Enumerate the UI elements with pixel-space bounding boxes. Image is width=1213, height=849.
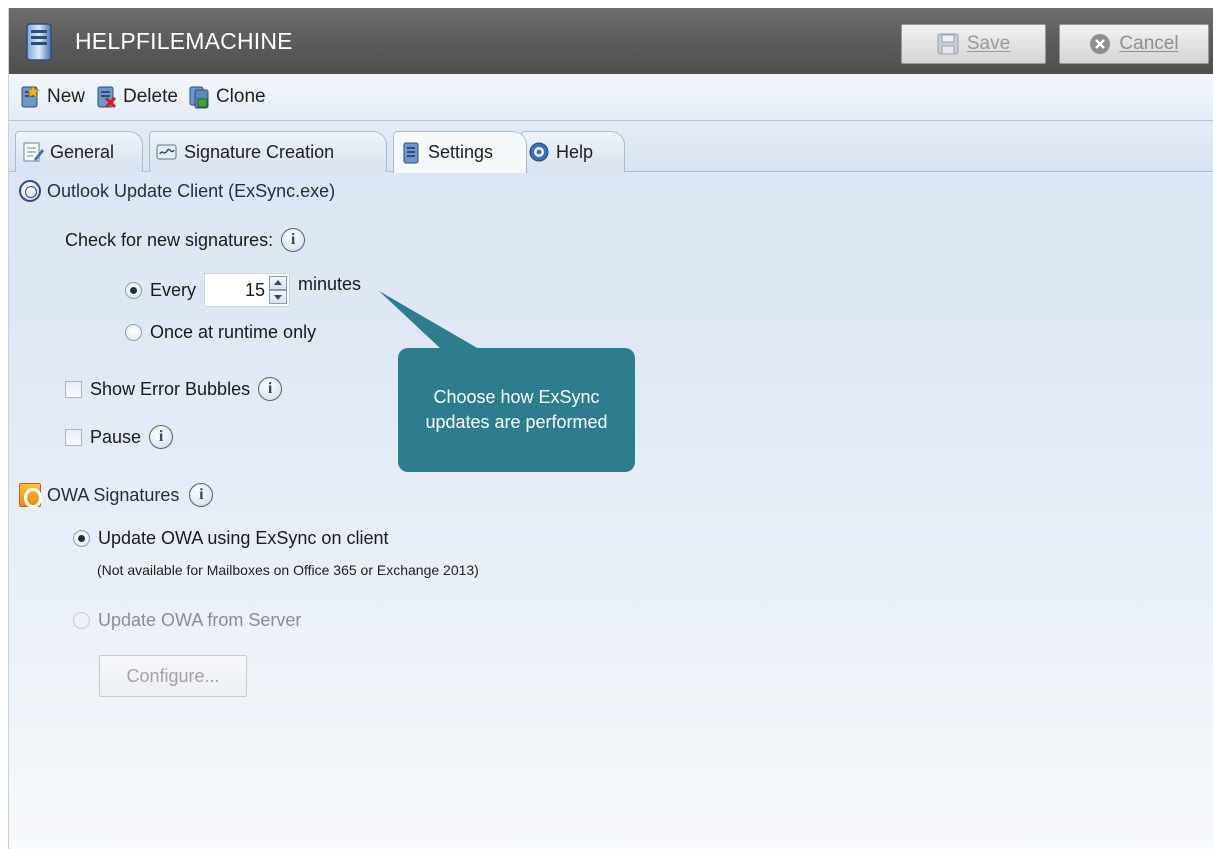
- owa-client-row: Update OWA using ExSync on client: [73, 528, 388, 549]
- info-icon[interactable]: i: [189, 483, 214, 507]
- pause-label: Pause: [90, 426, 142, 447]
- check-signatures-row: Check for new signatures: i: [65, 228, 306, 252]
- owa-client-radio[interactable]: [73, 530, 90, 547]
- outlook-section-title: Outlook Update Client (ExSync.exe): [47, 180, 336, 201]
- once-radio[interactable]: [125, 324, 142, 341]
- spin-buttons: [269, 276, 288, 304]
- configure-button[interactable]: Configure...: [99, 655, 247, 697]
- tab-general[interactable]: General: [15, 131, 143, 172]
- delete-server-icon: [97, 86, 117, 109]
- new-server-icon: [21, 85, 40, 108]
- clone-label: Clone: [215, 86, 266, 107]
- window-title: HELPFILEMACHINE: [75, 28, 293, 54]
- minutes-label: minutes: [298, 273, 362, 294]
- owa-section-header: OWA Signatures i: [19, 483, 214, 508]
- cancel-button[interactable]: Cancel: [1059, 24, 1209, 64]
- title-bar: HELPFILEMACHINE Save Cancel: [9, 8, 1213, 74]
- check-signatures-label: Check for new signatures:: [65, 229, 274, 250]
- cancel-icon: [1090, 34, 1111, 54]
- show-error-checkbox[interactable]: [65, 380, 82, 398]
- server-icon: [26, 23, 52, 61]
- tab-signature-creation[interactable]: Signature Creation: [149, 131, 387, 172]
- floppy-disk-icon: [937, 33, 959, 55]
- tab-help-label: Help: [556, 141, 594, 162]
- owa-client-label: Update OWA using ExSync on client: [98, 528, 389, 548]
- interval-value[interactable]: 15: [205, 280, 269, 301]
- owa-server-row: Update OWA from Server: [73, 610, 301, 631]
- owa-client-note-row: (Not available for Mailboxes on Office 3…: [97, 562, 479, 578]
- cancel-label: Cancel: [1119, 33, 1179, 54]
- once-option-row: Once at runtime only: [125, 322, 316, 343]
- tab-help[interactable]: Help: [521, 131, 625, 172]
- pause-row: Pause i: [65, 425, 174, 449]
- owa-server-radio[interactable]: [73, 612, 90, 629]
- spin-up-icon[interactable]: [269, 276, 288, 290]
- info-icon[interactable]: i: [258, 377, 283, 401]
- pause-checkbox[interactable]: [65, 428, 82, 446]
- new-button[interactable]: New: [19, 85, 85, 109]
- delete-label: Delete: [123, 86, 178, 107]
- delete-button[interactable]: Delete: [95, 85, 178, 109]
- owa-client-note: (Not available for Mailboxes on Office 3…: [97, 562, 479, 578]
- callout-tooltip: Choose how ExSync updates are performed: [398, 348, 635, 472]
- server-icon: [403, 142, 419, 163]
- toolbar: New Delete Clone: [9, 74, 1213, 121]
- settings-panel: Outlook Update Client (ExSync.exe) Check…: [9, 172, 1213, 849]
- outlook-icon: [19, 483, 42, 508]
- save-label: Save: [966, 33, 1011, 54]
- spin-down-icon[interactable]: [269, 290, 288, 304]
- every-option-row: Every 15 minutes: [125, 273, 361, 307]
- tab-settings[interactable]: Settings: [393, 131, 527, 173]
- new-label: New: [47, 86, 86, 107]
- configure-label: Configure...: [126, 665, 220, 686]
- outlook-section-header[interactable]: Outlook Update Client (ExSync.exe): [19, 180, 335, 202]
- info-icon[interactable]: i: [281, 228, 306, 252]
- callout-text: Choose how ExSync updates are performed: [425, 387, 608, 432]
- show-error-label: Show Error Bubbles: [90, 378, 251, 399]
- every-label: Every: [150, 279, 197, 300]
- tab-signature-creation-label: Signature Creation: [184, 141, 335, 162]
- clone-button[interactable]: Clone: [188, 85, 266, 109]
- tab-general-label: General: [50, 141, 115, 162]
- interval-stepper[interactable]: 15: [204, 273, 291, 307]
- tab-bar: General Signature Creation Settings Help: [9, 121, 1213, 173]
- edit-document-icon: [23, 142, 44, 162]
- owa-section-title: OWA Signatures: [47, 484, 180, 505]
- collapse-icon[interactable]: [19, 180, 41, 202]
- clone-server-icon: [189, 86, 209, 109]
- every-radio[interactable]: [125, 281, 142, 299]
- tab-settings-label: Settings: [428, 142, 494, 162]
- save-button[interactable]: Save: [901, 24, 1046, 64]
- help-icon: [529, 142, 549, 162]
- settings-window: HELPFILEMACHINE Save Cancel New Delete C…: [8, 8, 1213, 849]
- info-icon[interactable]: i: [149, 425, 174, 449]
- once-label: Once at runtime only: [150, 322, 317, 342]
- signature-card-icon: [156, 144, 177, 160]
- show-error-row: Show Error Bubbles i: [65, 377, 283, 401]
- owa-server-label: Update OWA from Server: [98, 610, 302, 630]
